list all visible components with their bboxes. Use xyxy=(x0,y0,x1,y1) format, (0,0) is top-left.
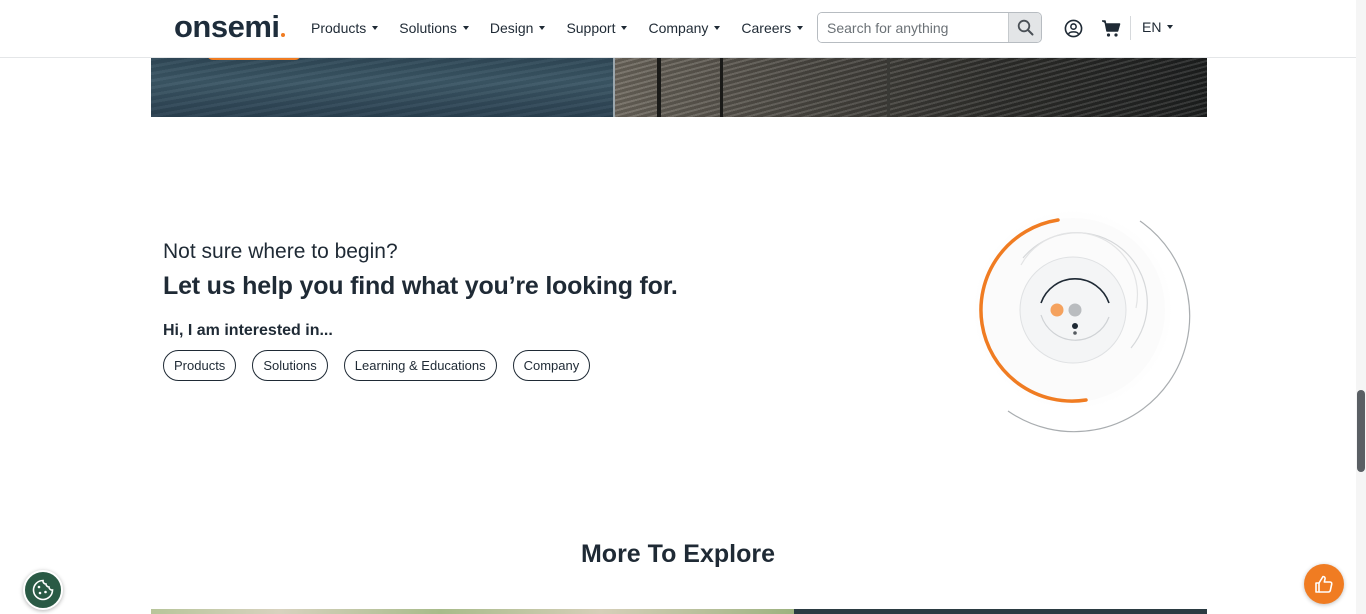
help-title: Let us help you find what you’re looking… xyxy=(163,272,678,300)
nav-label: Support xyxy=(566,20,616,36)
caret-down-icon xyxy=(1167,25,1174,29)
nav-label: Design xyxy=(489,20,534,36)
cookie-settings-button[interactable] xyxy=(23,570,63,610)
scrollbar-thumb[interactable] xyxy=(1357,390,1365,472)
chip-learning-educations[interactable]: Learning & Educations xyxy=(343,350,497,381)
account-icon xyxy=(1064,19,1082,37)
hero-image-sea xyxy=(151,58,614,117)
logo-text: onsemi xyxy=(174,9,280,44)
hero-banner xyxy=(151,58,1207,117)
thumbs-up-icon xyxy=(1315,575,1333,593)
nav-solutions[interactable]: Solutions xyxy=(399,20,469,36)
finder-graphic xyxy=(973,210,1191,433)
search-button[interactable] xyxy=(1008,13,1041,42)
explore-card-image[interactable] xyxy=(794,609,1207,614)
cart-button[interactable] xyxy=(1100,17,1122,39)
cookie-icon xyxy=(32,579,54,601)
account-button[interactable] xyxy=(1062,17,1084,39)
caret-down-icon xyxy=(462,26,469,30)
page-scrollbar[interactable] xyxy=(1356,0,1366,614)
explore-cards-preview xyxy=(151,609,1207,614)
onsemi-logo[interactable]: onsemi xyxy=(174,9,285,44)
explore-title: More To Explore xyxy=(580,540,775,568)
interest-label: Hi, I am interested in... xyxy=(163,322,333,339)
nav-design[interactable]: Design xyxy=(490,20,546,36)
search-box xyxy=(817,12,1042,43)
nav-company[interactable]: Company xyxy=(648,20,721,36)
caret-down-icon xyxy=(621,26,628,30)
nav-products[interactable]: Products xyxy=(311,20,379,36)
logo-dot xyxy=(280,33,285,37)
search-input[interactable] xyxy=(818,13,1008,42)
language-label: EN xyxy=(1142,19,1162,35)
feedback-button[interactable] xyxy=(1304,564,1344,604)
chip-solutions[interactable]: Solutions xyxy=(252,350,328,381)
caret-down-icon xyxy=(539,26,546,30)
help-question: Not sure where to begin? xyxy=(163,240,398,263)
chip-company[interactable]: Company xyxy=(512,350,591,381)
site-header: onsemi Products Solutions Design Support… xyxy=(0,0,1356,58)
caret-down-icon xyxy=(714,26,721,30)
nav-label: Company xyxy=(648,20,709,36)
hero-cta-button[interactable] xyxy=(207,58,301,60)
caret-down-icon xyxy=(797,26,804,30)
interest-chips: Products Solutions Learning & Educations… xyxy=(163,350,606,381)
nav-careers[interactable]: Careers xyxy=(741,20,804,36)
search-icon xyxy=(1017,19,1033,36)
explore-card-image[interactable] xyxy=(151,609,794,614)
nav-label: Products xyxy=(311,20,367,36)
nav-label: Solutions xyxy=(399,20,457,36)
nav-support[interactable]: Support xyxy=(566,20,628,36)
caret-down-icon xyxy=(372,26,379,30)
cart-icon xyxy=(1102,19,1121,37)
header-divider xyxy=(1130,16,1131,40)
hero-image-boat xyxy=(615,58,1207,117)
chip-products[interactable]: Products xyxy=(163,350,237,381)
nav-label: Careers xyxy=(741,20,792,36)
main-nav: Products Solutions Design Support Compan… xyxy=(311,0,824,56)
language-selector[interactable]: EN xyxy=(1142,19,1174,35)
